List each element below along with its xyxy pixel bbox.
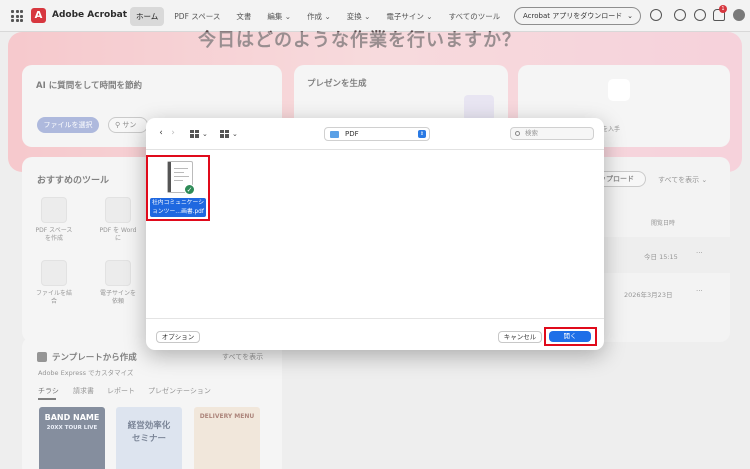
- checkmark-icon: ✓: [184, 184, 195, 195]
- location-select[interactable]: PDF ⇕: [324, 127, 430, 141]
- search-input[interactable]: 検索: [510, 127, 594, 140]
- file-item-selected[interactable]: ✓ 社内コミュニケーションツー…画書.pdf: [146, 155, 210, 221]
- group-view-button[interactable]: ⌄: [220, 127, 238, 140]
- download-app-button[interactable]: Acrobat アプリをダウンロード ⌄: [514, 7, 641, 25]
- search-icon: [515, 131, 520, 136]
- nav-pdf-space[interactable]: PDF スペース: [168, 7, 226, 26]
- search-placeholder: 検索: [525, 129, 538, 137]
- download-app-label: Acrobat アプリをダウンロード: [523, 12, 623, 20]
- file-open-dialog: ‹ › ⌄ ⌄ PDF ⇕ 検索 ✓ 社内コミュニケーションツー…画書.pdf …: [146, 118, 604, 350]
- app-switcher-icon[interactable]: [11, 10, 23, 22]
- nav-home[interactable]: ホーム: [130, 6, 165, 26]
- help-icon[interactable]: [694, 9, 706, 21]
- chevron-down-icon: ⌄: [202, 129, 208, 138]
- app-title: Adobe Acrobat: [52, 10, 128, 20]
- forward-icon[interactable]: ›: [167, 127, 179, 140]
- nav-all-tools[interactable]: すべてのツール: [443, 7, 507, 26]
- open-button-highlight: 開く: [544, 327, 597, 346]
- icon-grid-icon: [190, 129, 199, 138]
- avatar[interactable]: [733, 9, 745, 21]
- history-nav: ‹ ›: [155, 127, 179, 140]
- nav-convert[interactable]: 変換 ⌄: [341, 7, 377, 26]
- nav-documents[interactable]: 文書: [230, 7, 257, 26]
- folder-icon: [330, 131, 339, 138]
- dialog-footer: オプション キャンセル 開く: [146, 318, 604, 350]
- updown-arrow-icon: ⇕: [418, 130, 426, 138]
- file-name: 社内コミュニケーションツー…画書.pdf: [150, 198, 206, 217]
- chevron-down-icon: ⌄: [627, 12, 633, 20]
- location-value: PDF: [345, 130, 359, 138]
- main-nav: ホーム PDF スペース 文書 編集 ⌄ 作成 ⌄ 変換 ⌄ 電子サイン ⌄ す…: [130, 6, 506, 26]
- group-grid-icon: [220, 129, 229, 138]
- icon-view-button[interactable]: ⌄: [190, 127, 208, 140]
- chevron-down-icon: ⌄: [232, 129, 238, 138]
- nav-e-sign[interactable]: 電子サイン ⌄: [380, 7, 438, 26]
- dialog-toolbar: ‹ › ⌄ ⌄ PDF ⇕ 検索: [146, 118, 604, 150]
- nav-create[interactable]: 作成 ⌄: [301, 7, 337, 26]
- options-button[interactable]: オプション: [156, 331, 200, 343]
- back-icon[interactable]: ‹: [155, 127, 167, 140]
- search-icon[interactable]: [650, 9, 662, 21]
- nav-edit[interactable]: 編集 ⌄: [261, 7, 297, 26]
- check-circle-icon[interactable]: [674, 9, 686, 21]
- cancel-button[interactable]: キャンセル: [498, 331, 542, 343]
- open-button[interactable]: 開く: [549, 331, 591, 342]
- notification-badge: 1: [719, 5, 727, 13]
- acrobat-logo-icon: A: [31, 8, 46, 23]
